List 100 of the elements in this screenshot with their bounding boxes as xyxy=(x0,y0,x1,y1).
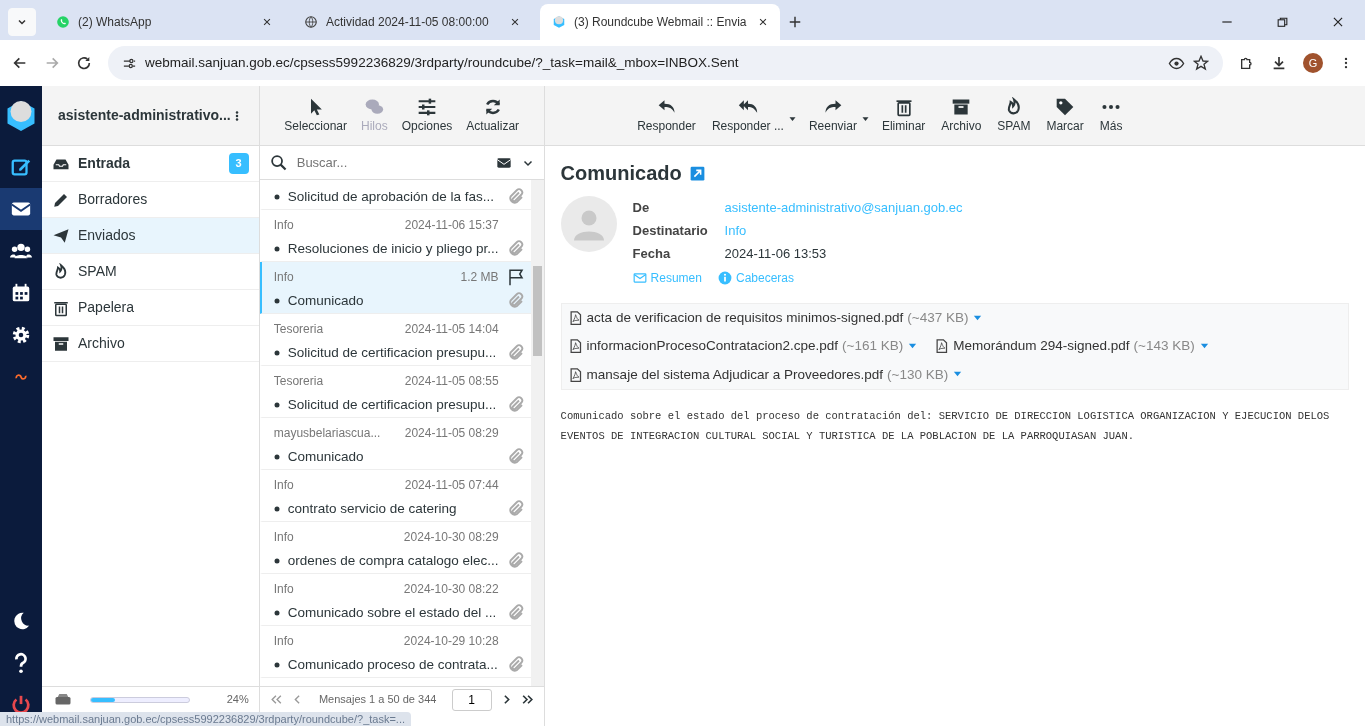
message-date: 2024-11-06 15:37 xyxy=(404,217,499,234)
paperclip-icon xyxy=(506,448,525,466)
message-row[interactable]: Info 2024-10-30 08:29 ordenes de compra catalogo elec... xyxy=(259,522,531,574)
info-icon xyxy=(717,271,732,285)
unread-count: 3 xyxy=(228,153,249,174)
restore-icon[interactable] xyxy=(1276,15,1289,29)
close-icon[interactable] xyxy=(1331,15,1345,29)
header-label: Fecha xyxy=(632,244,672,263)
page-number-field[interactable]: 1 xyxy=(451,688,492,711)
archive-box-icon xyxy=(52,334,70,353)
message-date: 1.2 MB xyxy=(460,269,499,286)
message-subject-heading: Comunicado xyxy=(560,161,682,186)
message-row[interactable]: Info 1.2 MB Comunicado xyxy=(259,262,531,314)
paperclip-icon xyxy=(506,500,525,518)
message-row[interactable]: mayusbelariascua... 2024-11-05 08:29 Comunicado xyxy=(259,418,531,470)
toolbar-button[interactable]: SPAM xyxy=(993,92,1035,139)
message-subject: Comunicado xyxy=(287,291,365,310)
close-icon[interactable] xyxy=(262,17,272,27)
toolbar-button[interactable]: Archivo xyxy=(937,92,986,139)
address-bar[interactable]: webmail.sanjuan.gob.ec/cpsess5992236829/3rdparty/roundcube/?_task=mail&_mbox=INBOX.Sent xyxy=(108,46,1223,80)
header-value: 2024-11-06 13:53 xyxy=(724,244,827,263)
bullet-dot-icon xyxy=(273,350,280,356)
bullet-dot-icon xyxy=(273,610,280,616)
pdf-file-icon xyxy=(934,338,950,355)
message-date: 2024-11-05 08:29 xyxy=(404,425,499,442)
message-sender: mayusbelariascua... xyxy=(273,425,382,442)
tag-icon xyxy=(1055,96,1076,117)
puzzle-piece-icon[interactable] xyxy=(1239,55,1255,71)
nav-button[interactable] xyxy=(0,188,42,230)
message-row[interactable]: Tesoreria 2024-11-05 08:55 Solicitud de certificacion presupu... xyxy=(259,366,531,418)
header-label: Destinatario xyxy=(632,221,709,240)
toolbar-button[interactable]: Más xyxy=(1095,92,1127,139)
back-arrow-icon[interactable] xyxy=(12,55,28,71)
pdf-file-icon xyxy=(567,366,583,383)
toolbar-button[interactable]: Responder ... xyxy=(707,92,788,139)
message-body-text: Comunicado sobre el estado del proceso de contratación del: SERVICIO DE DIRECCION LOGISTICA ORGANIZACION Y EJECUCION DELOS EVENTOS DE INTEGRACION CULTURAL SOCIAL Y TURISTICA DE LA POBLACION DE LA PARROQUIASAN JUAN. xyxy=(560,408,1331,444)
message-sender: Info xyxy=(273,581,295,598)
folder-item[interactable]: Enviados xyxy=(42,218,259,254)
paperclip-icon xyxy=(506,396,525,414)
message-sender: Info xyxy=(273,269,295,286)
message-row[interactable]: Info 2024-10-30 08:22 Comunicado sobre el estado del ... xyxy=(259,574,531,626)
paperclip-icon xyxy=(506,292,525,310)
star-icon[interactable] xyxy=(1193,55,1209,71)
attachment-link[interactable]: informacionProcesoContratacion2.cpe.pdf (~161 KB) xyxy=(567,336,919,357)
toolbar-button[interactable]: Marcar xyxy=(1042,92,1088,139)
paperclip-icon xyxy=(506,552,525,570)
message-subject: Comunicado sobre el estado del ... xyxy=(287,603,498,622)
account-name: asistente-administrativo... xyxy=(58,106,231,125)
close-icon[interactable] xyxy=(758,17,768,27)
browser-tab[interactable]: Actividad 2024-11-05 08:00:00 xyxy=(292,4,532,40)
caret-down-icon[interactable] xyxy=(787,114,797,124)
message-subject: Resoluciones de inicio y pliego pr... xyxy=(287,239,499,258)
first-page-icon[interactable] xyxy=(269,693,283,706)
close-icon[interactable] xyxy=(510,17,520,27)
message-subject: contrato servicio de catering xyxy=(287,499,458,518)
toolbar-button[interactable]: Actualizar xyxy=(463,92,523,139)
message-subject: Comunicado proceso de contrata... xyxy=(287,655,499,674)
toolbar-button[interactable]: Reenviar xyxy=(804,92,861,139)
last-page-icon[interactable] xyxy=(520,693,534,706)
message-row[interactable]: Info 2024-10-29 10:28 Comunicado proceso de contrata... xyxy=(259,626,531,678)
attachment-link[interactable]: mansaje del sistema Adjudicar a Proveedores.pdf (~130 KB) xyxy=(567,364,964,385)
browser-tab[interactable]: (2) WhatsApp xyxy=(44,4,284,40)
open-external-icon[interactable] xyxy=(689,165,705,181)
new-tab-plus-icon[interactable] xyxy=(788,15,802,29)
profile-avatar[interactable]: G xyxy=(1303,53,1323,73)
flag-icon[interactable] xyxy=(506,268,525,286)
caret-down-icon[interactable] xyxy=(860,114,870,124)
message-row[interactable]: Solicitud de aprobación de la fas... xyxy=(259,180,531,210)
message-subject: Comunicado xyxy=(287,447,365,466)
message-row[interactable]: Info 2024-11-05 07:44 contrato servicio de catering xyxy=(259,470,531,522)
attachment-link[interactable]: Memorándum 294-signed.pdf (~143 KB) xyxy=(934,336,1210,357)
sliders-icon xyxy=(417,96,437,117)
message-row[interactable]: Tesoreria 2024-11-05 14:04 Solicitud de certificacion presupu... xyxy=(259,314,531,366)
pdf-file-icon xyxy=(567,338,583,355)
toolbar-button[interactable]: Eliminar xyxy=(877,92,930,139)
toolbar-button[interactable]: Responder xyxy=(633,92,700,139)
browser-tab[interactable]: (3) Roundcube Webmail :: Envia xyxy=(540,4,780,40)
url-text: webmail.sanjuan.gob.ec/cpsess5992236829/3rdparty/roundcube/?_task=mail&_mbox=INBOX.Sent xyxy=(145,53,740,72)
gear-icon xyxy=(10,324,32,346)
reload-icon[interactable] xyxy=(76,55,92,71)
attachment-link[interactable]: acta de verificacion de requisitos minimos-signed.pdf (~437 KB) xyxy=(567,308,984,329)
calendar-icon xyxy=(10,282,32,304)
bullet-dot-icon xyxy=(273,194,280,200)
tab-title: (3) Roundcube Webmail :: Envia xyxy=(574,14,748,31)
chat-bubble-icon xyxy=(56,15,70,29)
message-date: 2024-11-05 08:55 xyxy=(404,373,499,390)
search-field[interactable]: Buscar... xyxy=(294,151,486,174)
message-subject: Solicitud de aprobación de la fas... xyxy=(287,187,496,206)
scrollbar-track[interactable] xyxy=(530,180,544,686)
toolbar-button[interactable]: Seleccionar xyxy=(281,92,350,139)
scrollbar-thumb[interactable] xyxy=(532,266,542,356)
header-label: De xyxy=(632,198,651,217)
search-icon[interactable] xyxy=(269,154,287,171)
message-subject: Solicitud de certificacion presupu... xyxy=(287,343,498,362)
toolbar-button[interactable]: Opciones xyxy=(398,92,456,139)
message-sender: Tesoreria xyxy=(273,321,325,338)
message-sender: Info xyxy=(273,633,295,650)
message-date: 2024-10-29 10:28 xyxy=(403,633,499,650)
globe-icon xyxy=(304,15,318,29)
download-icon[interactable] xyxy=(1271,55,1287,71)
